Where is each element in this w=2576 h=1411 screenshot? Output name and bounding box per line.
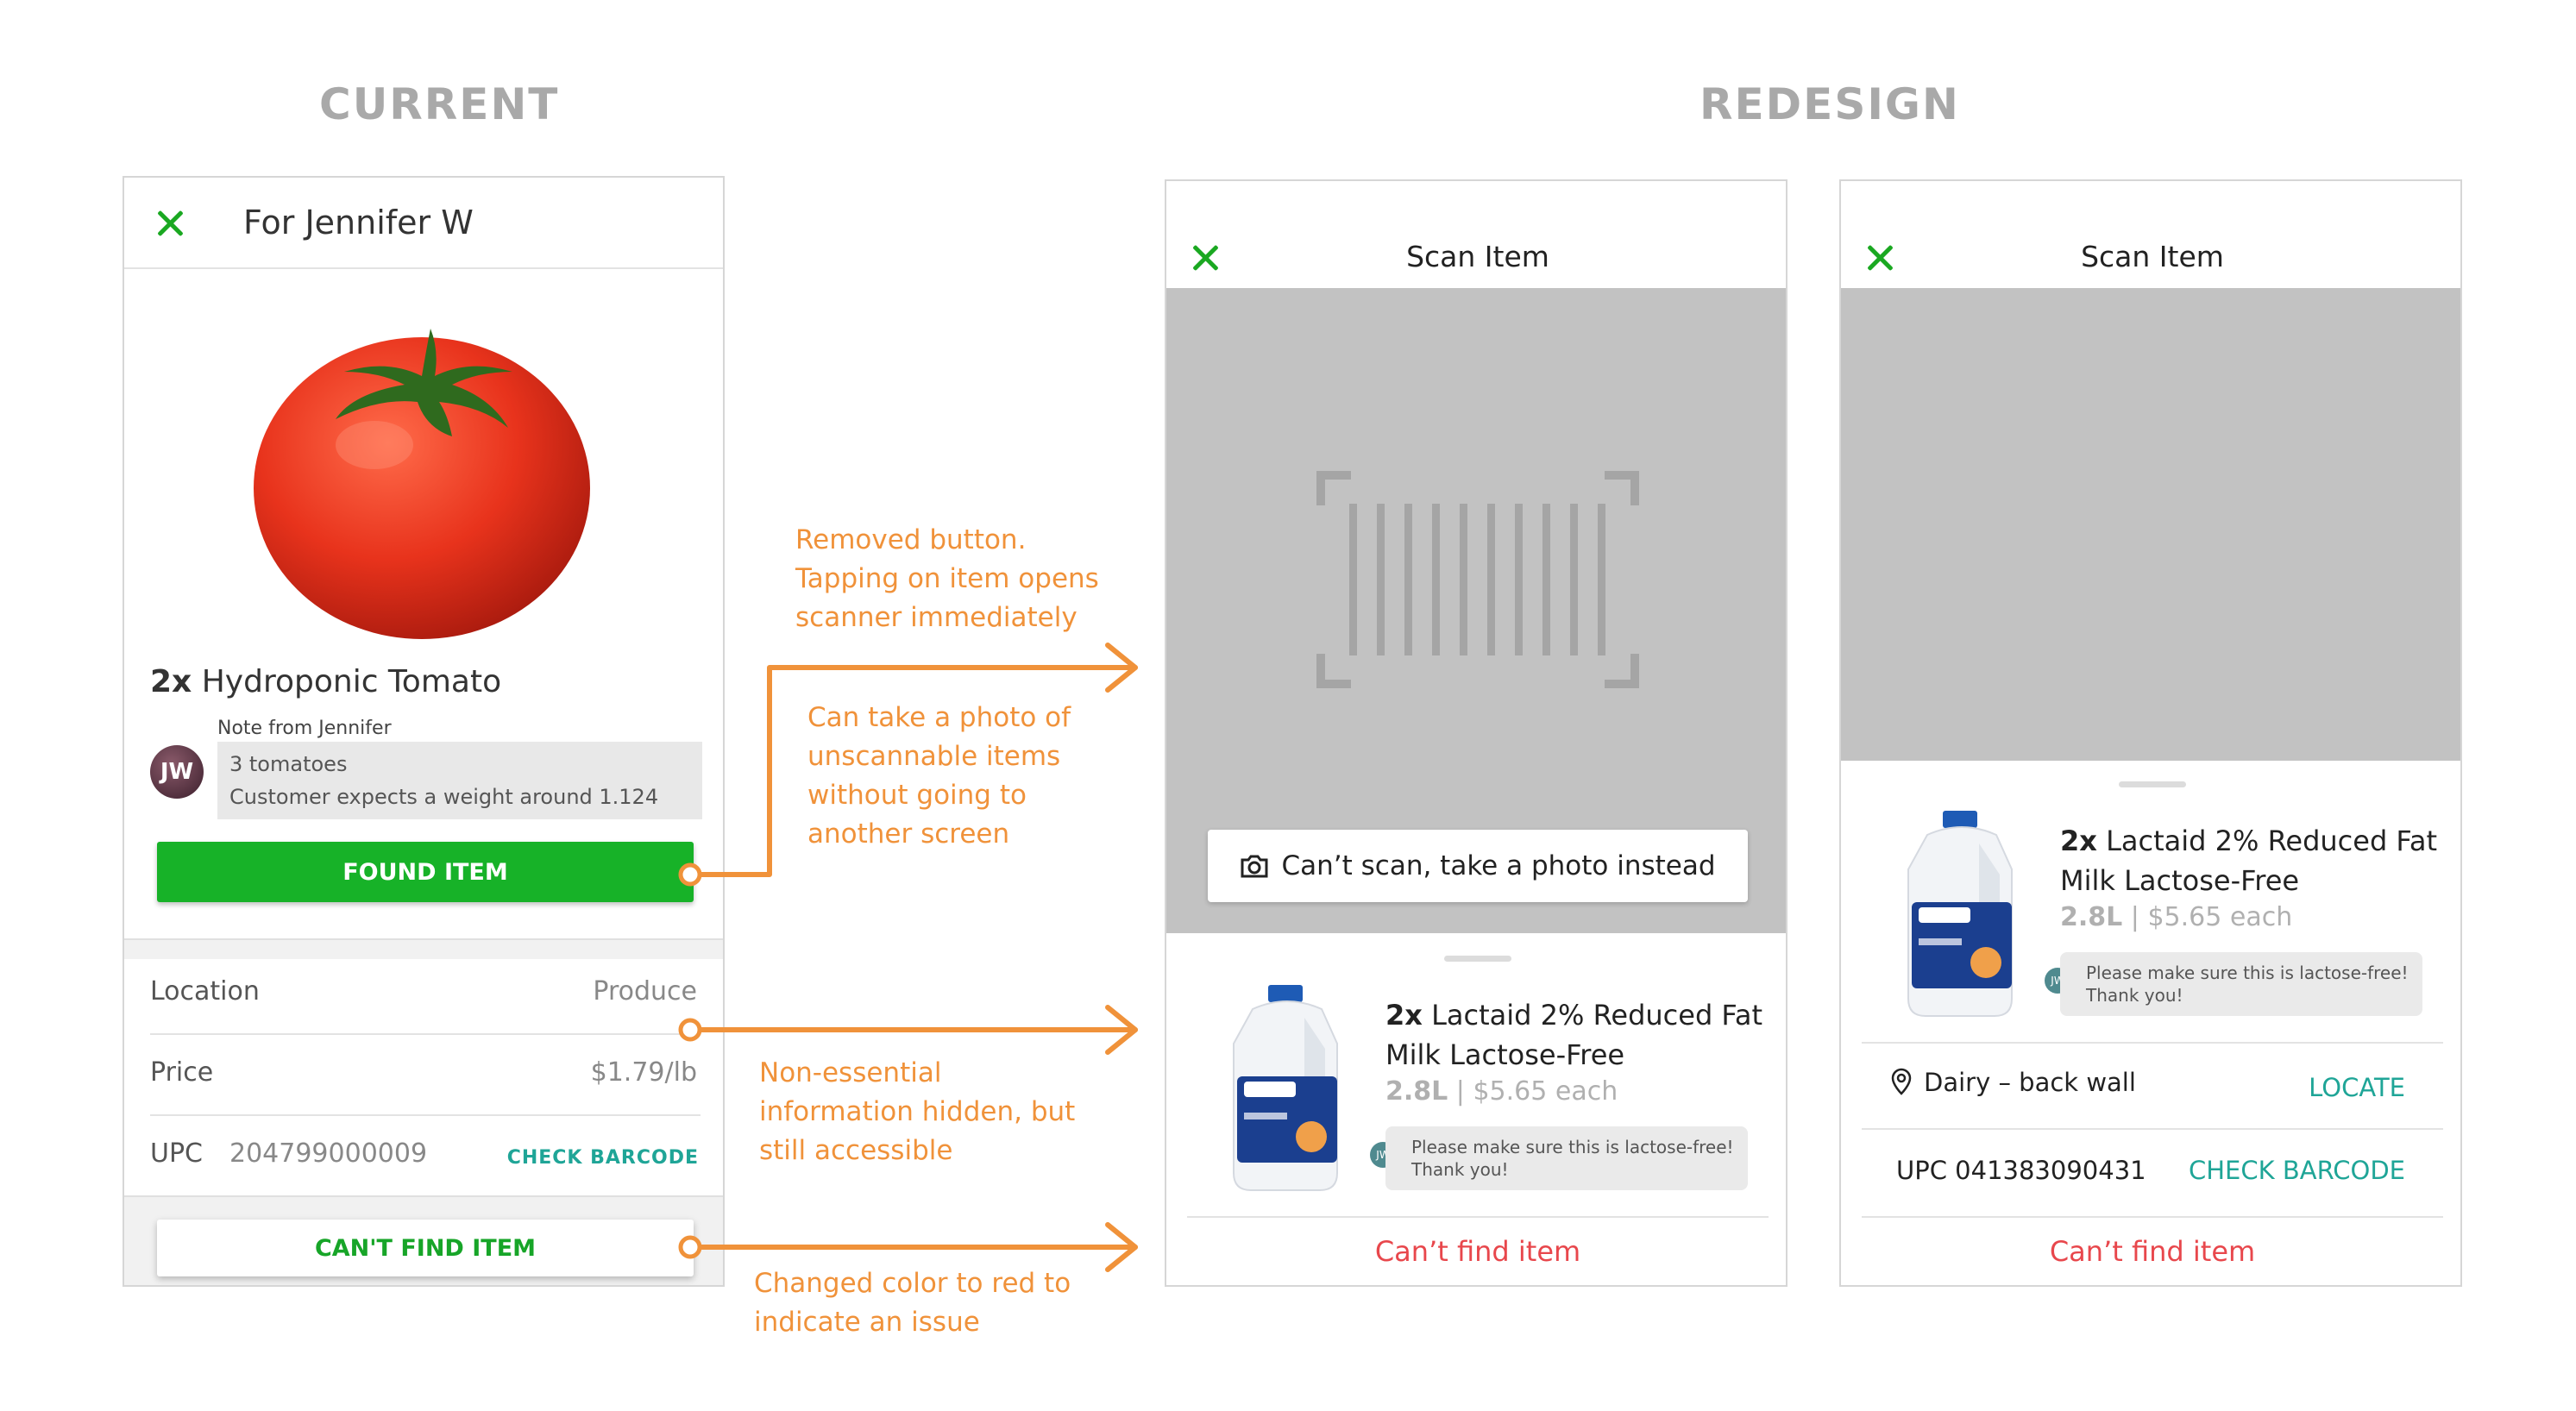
annotation-red-color: Changed color to red to indicate an issu… (754, 1268, 1071, 1338)
annotation-info-hidden: Non-essential information hidden, but st… (759, 1057, 1076, 1166)
annotation-removed-button: Removed button. Tapping on item opens sc… (795, 524, 1099, 633)
annotation-arrows (678, 643, 1138, 1272)
annotation-take-photo: Can take a photo of unscannable items wi… (807, 702, 1071, 850)
